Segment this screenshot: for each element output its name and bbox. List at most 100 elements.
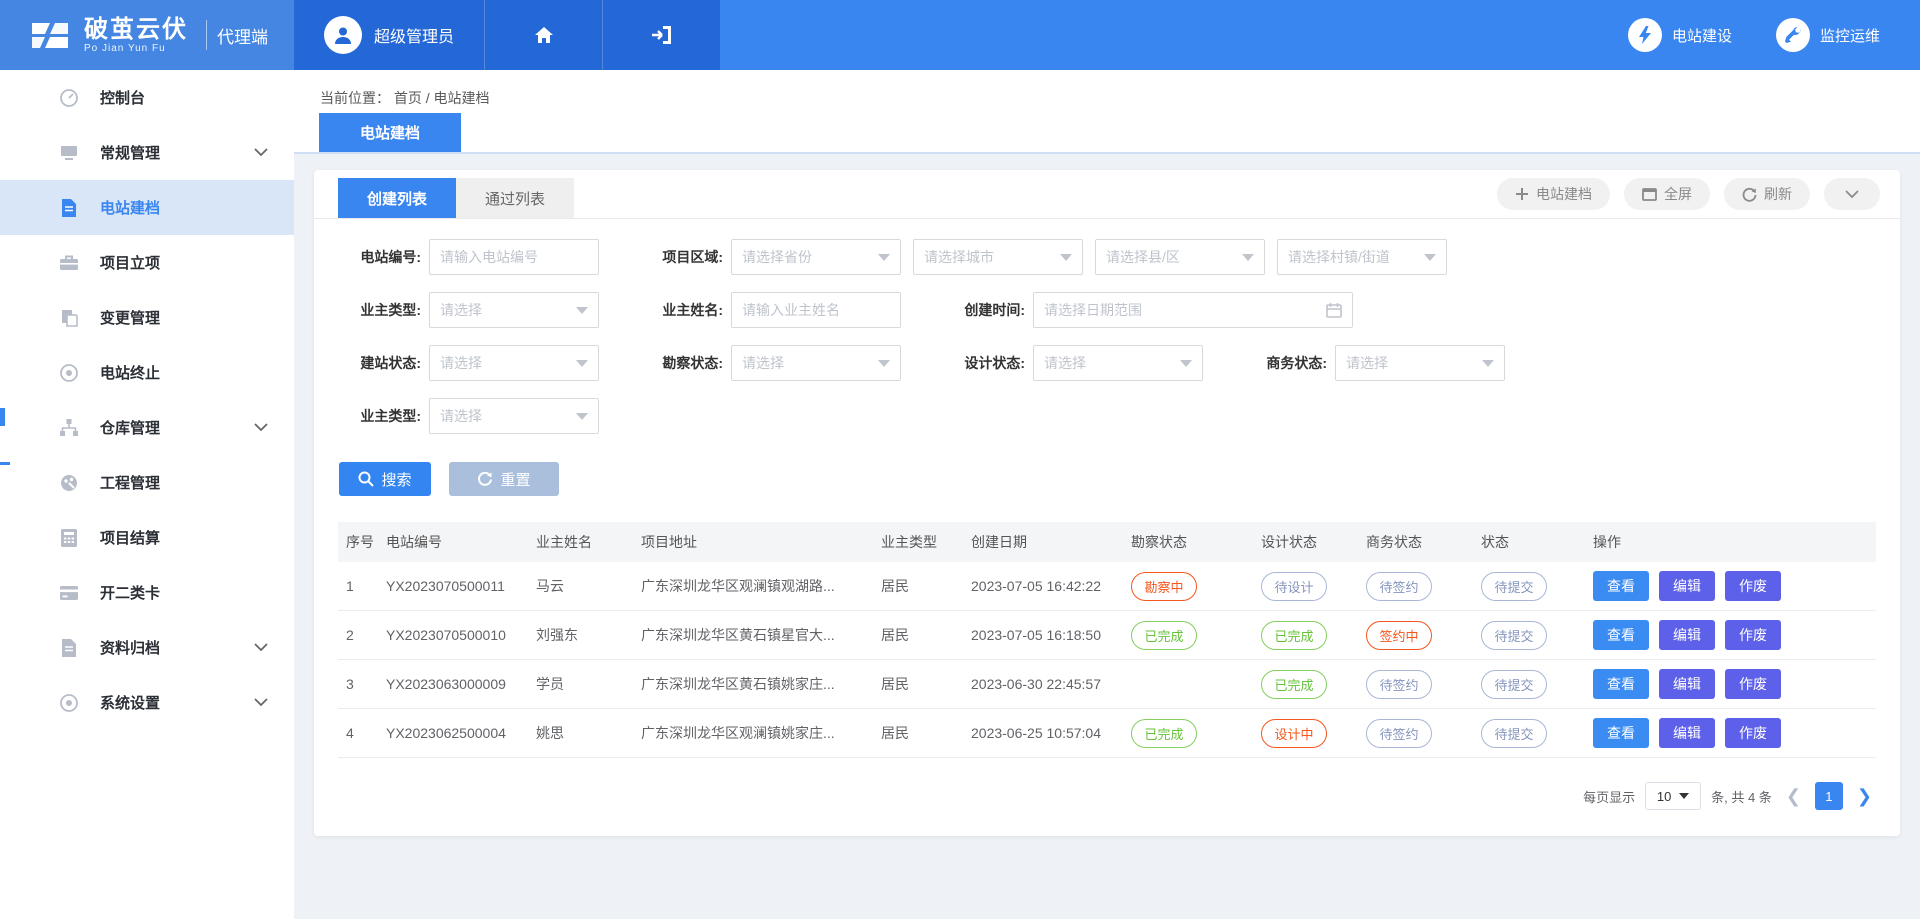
sidebar-item-general[interactable]: 常规管理 [0, 125, 294, 180]
sidebar-item-archive-files[interactable]: 资料归档 [0, 620, 294, 675]
void-button[interactable]: 作废 [1725, 571, 1781, 601]
collapse-button[interactable] [1824, 178, 1880, 210]
next-page-button[interactable]: ❯ [1853, 786, 1876, 807]
edit-button[interactable]: 编辑 [1659, 718, 1715, 748]
edit-button[interactable]: 编辑 [1659, 669, 1715, 699]
chevron-down-icon [254, 148, 268, 157]
nav-monitor-ops[interactable]: 监控运维 [1776, 18, 1880, 52]
void-button[interactable]: 作废 [1725, 669, 1781, 699]
design-status-label: 设计状态: [943, 353, 1025, 373]
home-button[interactable] [484, 0, 602, 70]
calendar-icon [1326, 302, 1342, 318]
search-button[interactable]: 搜索 [339, 462, 431, 496]
sidebar-item-warehouse[interactable]: 仓库管理 [0, 400, 294, 455]
survey-status-select[interactable]: 请选择 [731, 345, 901, 381]
survey-status-badge: 已完成 [1131, 719, 1197, 748]
sidebar-item-settings[interactable]: 系统设置 [0, 675, 294, 730]
edit-button[interactable]: 编辑 [1659, 620, 1715, 650]
survey-status-label: 勘察状态: [641, 353, 723, 373]
city-select[interactable]: 请选择城市 [913, 239, 1083, 275]
chevron-down-icon [878, 360, 890, 367]
add-station-button[interactable]: 电站建档 [1497, 178, 1610, 210]
user-menu[interactable]: 超级管理员 [294, 0, 484, 70]
copy-icon [58, 307, 80, 329]
owner-name-label: 业主姓名: [641, 300, 723, 320]
sidebar-item-engineering[interactable]: 工程管理 [0, 455, 294, 510]
logo-title: 破茧云伏 [84, 17, 188, 43]
table-row: 1 YX2023070500011 马云 广东深圳龙华区观澜镇观湖路... 居民… [338, 562, 1876, 611]
tab-passed-list[interactable]: 通过列表 [456, 178, 574, 218]
sidebar-item-label: 系统设置 [100, 692, 160, 713]
date-range-input[interactable] [1044, 302, 1326, 318]
nav-station-build-label: 电站建设 [1672, 25, 1732, 46]
business-status-badge: 待签约 [1366, 572, 1432, 601]
sidebar-item-card[interactable]: 开二类卡 [0, 565, 294, 620]
divider [206, 20, 207, 50]
edit-button[interactable]: 编辑 [1659, 571, 1715, 601]
date-range-picker[interactable] [1033, 292, 1353, 328]
chevron-down-icon [1679, 793, 1689, 799]
county-select[interactable]: 请选择县/区 [1095, 239, 1265, 275]
owner-type2-label: 业主类型: [339, 406, 421, 426]
sidebar-item-label: 电站建档 [100, 197, 160, 218]
sidebar-item-change-management[interactable]: 变更管理 [0, 290, 294, 345]
status-badge: 待提交 [1481, 621, 1547, 650]
business-status-select[interactable]: 请选择 [1335, 345, 1505, 381]
refresh-button[interactable]: 刷新 [1724, 178, 1810, 210]
design-status-select[interactable]: 请选择 [1033, 345, 1203, 381]
scrollbar-thumb[interactable] [0, 408, 5, 426]
view-button[interactable]: 查看 [1593, 718, 1649, 748]
station-code-input[interactable] [429, 239, 599, 275]
fullscreen-icon [1642, 188, 1657, 201]
sidebar-item-label: 项目结算 [100, 527, 160, 548]
design-status-badge: 待设计 [1261, 572, 1327, 601]
sidebar-item-label: 仓库管理 [100, 417, 160, 438]
view-button[interactable]: 查看 [1593, 571, 1649, 601]
sidebar-item-station-terminate[interactable]: 电站终止 [0, 345, 294, 400]
owner-type-select[interactable]: 请选择 [429, 292, 599, 328]
sidebar-item-station-archive[interactable]: 电站建档 [0, 180, 294, 235]
owner-name-input[interactable] [731, 292, 901, 328]
chevron-down-icon [254, 423, 268, 432]
chevron-down-icon [1482, 360, 1494, 367]
sidebar-item-settlement[interactable]: 项目结算 [0, 510, 294, 565]
province-select[interactable]: 请选择省份 [731, 239, 901, 275]
nav-station-build[interactable]: 电站建设 [1628, 18, 1732, 52]
void-button[interactable]: 作废 [1725, 718, 1781, 748]
page-number-button[interactable]: 1 [1815, 782, 1843, 810]
sidebar-item-console[interactable]: 控制台 [0, 70, 294, 125]
refresh-icon [1742, 187, 1757, 202]
prev-page-button[interactable]: ❮ [1782, 786, 1805, 807]
chevron-down-icon [1180, 360, 1192, 367]
tab-create-list[interactable]: 创建列表 [338, 178, 456, 218]
sidebar-item-project-initiation[interactable]: 项目立项 [0, 235, 294, 290]
created-time-label: 创建时间: [943, 300, 1025, 320]
sidebar-item-label: 开二类卡 [100, 582, 160, 603]
view-button[interactable]: 查看 [1593, 669, 1649, 699]
gear-icon [58, 692, 80, 714]
business-status-badge: 签约中 [1366, 621, 1432, 650]
page-tab-station-archive[interactable]: 电站建档 [319, 113, 461, 152]
filter-form: 电站编号: 项目区域: 请选择省份 请选择城市 请选择县/区 请选择村镇/街道 … [314, 219, 1900, 434]
survey-status-badge: 勘察中 [1131, 572, 1197, 601]
dashboard-icon [58, 87, 80, 109]
build-status-select[interactable]: 请选择 [429, 345, 599, 381]
business-status-badge: 待签约 [1366, 719, 1432, 748]
table-header: 序号 电站编号 业主姓名 项目地址 业主类型 创建日期 勘察状态 设计状态 商务… [338, 522, 1876, 562]
view-button[interactable]: 查看 [1593, 620, 1649, 650]
chevron-down-icon [1424, 254, 1436, 261]
status-badge: 待提交 [1481, 572, 1547, 601]
owner-type2-select[interactable]: 请选择 [429, 398, 599, 434]
chevron-down-icon [254, 643, 268, 652]
breadcrumb: 当前位置： 首页 / 电站建档 [294, 70, 1920, 108]
town-select[interactable]: 请选择村镇/街道 [1277, 239, 1447, 275]
void-button[interactable]: 作废 [1725, 620, 1781, 650]
per-page-label: 每页显示 [1583, 787, 1635, 806]
per-page-select[interactable]: 10 [1645, 782, 1701, 810]
reset-button[interactable]: 重置 [449, 462, 559, 496]
search-icon [358, 471, 374, 487]
chevron-down-icon [576, 413, 588, 420]
briefcase-icon [58, 252, 80, 274]
fullscreen-button[interactable]: 全屏 [1624, 178, 1710, 210]
logout-button[interactable] [602, 0, 720, 70]
